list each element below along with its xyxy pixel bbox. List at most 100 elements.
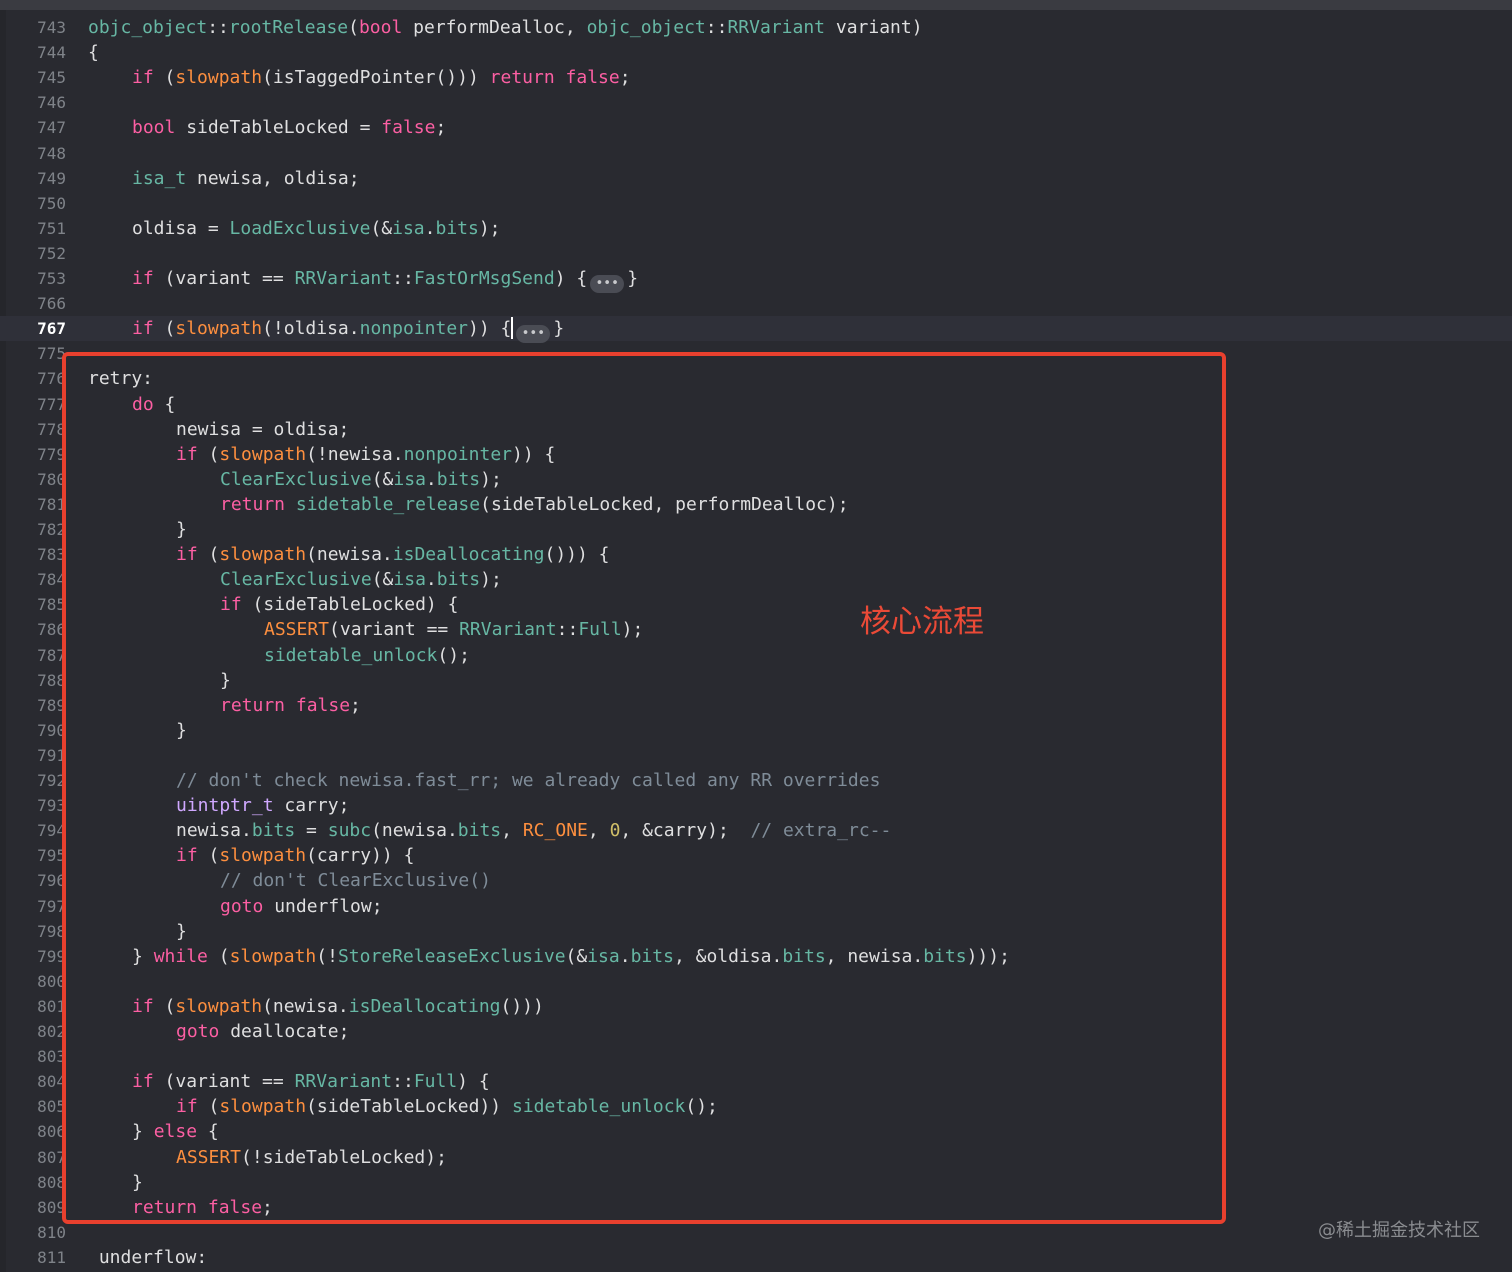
- code-line[interactable]: 743 objc_object::rootRelease(bool perform…: [0, 15, 1512, 40]
- code-token: slowpath: [219, 1096, 307, 1118]
- code-line[interactable]: 776 retry:: [0, 366, 1512, 391]
- code-token: (newisa.: [306, 544, 393, 566]
- code-line[interactable]: 803: [0, 1044, 1512, 1069]
- code-line[interactable]: 777 do {: [0, 392, 1512, 417]
- code-line[interactable]: 805 if (slowpath(sideTableLocked)) sideta…: [0, 1094, 1512, 1119]
- code-token: ())): [500, 995, 544, 1017]
- code-line[interactable]: 785 if (sideTableLocked) {: [0, 592, 1512, 617]
- line-number: 800: [37, 971, 66, 991]
- code-line[interactable]: 809 return false;: [0, 1195, 1512, 1220]
- line-number: 808: [37, 1172, 66, 1192]
- code-token: bits: [630, 945, 674, 967]
- code-line[interactable]: 748: [0, 141, 1512, 166]
- code-token: (: [197, 443, 220, 465]
- code-line[interactable]: 787 sidetable_unlock();: [0, 643, 1512, 668]
- code-line[interactable]: 791: [0, 743, 1512, 768]
- code-line[interactable]: 783 if (slowpath(newisa.isDeallocating())…: [0, 542, 1512, 567]
- code-line[interactable]: 788}: [0, 668, 1512, 693]
- code-line[interactable]: 811 underflow:: [0, 1245, 1512, 1270]
- code-token: RC_ONE: [522, 820, 588, 842]
- code-token: goto: [220, 895, 264, 917]
- code-line[interactable]: 750: [0, 191, 1512, 216]
- code-line[interactable]: 747 bool sideTableLocked = false;: [0, 115, 1512, 140]
- line-number: 783: [37, 545, 66, 565]
- line-number: 766: [37, 294, 66, 314]
- window-top-bar: [0, 0, 1512, 10]
- code-line[interactable]: 810: [0, 1220, 1512, 1245]
- code-token: isa: [393, 569, 426, 591]
- line-number: 811: [37, 1247, 66, 1267]
- code-line[interactable]: 744 {: [0, 40, 1512, 65]
- code-text: // don't ClearExclusive(): [220, 868, 491, 893]
- line-number: 788: [37, 670, 66, 690]
- line-number: 782: [37, 520, 66, 539]
- code-token: if: [176, 544, 198, 566]
- code-token: ,: [587, 820, 610, 842]
- code-token: .: [425, 569, 437, 591]
- code-line[interactable]: 789 return false;: [0, 693, 1512, 718]
- code-token: );: [478, 217, 501, 239]
- code-text: if (variant == RRVariant::Full) {: [132, 1069, 490, 1094]
- code-token: sideTableLocked =: [175, 117, 382, 139]
- code-token: isa: [587, 945, 620, 967]
- code-line[interactable]: 784 ClearExclusive(&isa.bits);: [0, 567, 1512, 592]
- code-token: (!: [316, 945, 338, 967]
- code-token: (&: [371, 569, 394, 591]
- code-token: StoreReleaseExclusive: [337, 945, 566, 967]
- code-line[interactable]: 799} while (slowpath(!StoreReleaseExclus…: [0, 944, 1512, 969]
- code-line[interactable]: 796 // don't ClearExclusive(): [0, 868, 1512, 893]
- code-line[interactable]: 745 if (slowpath(isTaggedPointer())) retu…: [0, 65, 1512, 90]
- code-line[interactable]: 766: [0, 291, 1512, 316]
- code-line[interactable]: 751 oldisa = LoadExclusive(&isa.bits);: [0, 216, 1512, 241]
- code-line[interactable]: 797 goto underflow;: [0, 894, 1512, 919]
- code-token: if: [132, 318, 154, 340]
- line-number: 809: [37, 1197, 66, 1217]
- code-line[interactable]: 749 isa_t newisa, oldisa;: [0, 166, 1512, 191]
- code-line[interactable]: 795 if (slowpath(carry)) {: [0, 843, 1512, 868]
- code-line[interactable]: 798}: [0, 919, 1512, 944]
- code-token: objc_object: [88, 17, 208, 38]
- code-line[interactable]: 790}: [0, 718, 1512, 743]
- text-cursor: [511, 317, 514, 340]
- line-number: 748: [37, 143, 66, 163]
- code-token: sidetable_unlock: [511, 1096, 686, 1118]
- code-token: (newisa.: [262, 995, 349, 1017]
- code-token: }: [176, 719, 187, 741]
- code-line[interactable]: 808}: [0, 1170, 1512, 1195]
- code-text: if (slowpath(carry)) {: [176, 843, 414, 868]
- code-token: return false: [489, 67, 620, 89]
- code-line[interactable]: 802 goto deallocate;: [0, 1019, 1512, 1044]
- code-line[interactable]: 752: [0, 241, 1512, 266]
- line-number: 767: [37, 319, 66, 339]
- code-line[interactable]: 781 return sidetable_release(sideTableLoc…: [0, 492, 1512, 517]
- code-line[interactable]: 746: [0, 90, 1512, 115]
- code-line[interactable]: 792 // don't check newisa.fast_rr; we alr…: [0, 768, 1512, 793]
- code-text: uintptr_t carry;: [176, 793, 349, 818]
- code-line[interactable]: 778 newisa = oldisa;: [0, 417, 1512, 442]
- code-line[interactable]: 780 ClearExclusive(&isa.bits);: [0, 467, 1512, 492]
- code-token: (: [207, 945, 230, 967]
- code-text: ASSERT(variant == RRVariant::Full);: [264, 617, 643, 642]
- code-line[interactable]: 804 if (variant == RRVariant::Full) {: [0, 1069, 1512, 1094]
- code-token: ClearExclusive: [220, 569, 372, 591]
- code-token: do: [132, 393, 154, 415]
- code-line[interactable]: 767 if (slowpath(!oldisa.nonpointer)) {••…: [0, 316, 1512, 344]
- code-token: ) {: [554, 268, 588, 289]
- code-line[interactable]: 786 ASSERT(variant == RRVariant::Full);: [0, 617, 1512, 642]
- code-line[interactable]: 800: [0, 969, 1512, 994]
- code-line[interactable]: 806} else {: [0, 1119, 1512, 1144]
- code-line[interactable]: 753 if (variant == RRVariant::FastOrMsgSe…: [0, 266, 1512, 293]
- code-line[interactable]: 793 uintptr_t carry;: [0, 793, 1512, 818]
- code-token: if: [132, 1071, 154, 1093]
- code-line[interactable]: 794 newisa.bits = subc(newisa.bits, RC_ON…: [0, 818, 1512, 843]
- code-line[interactable]: 807 ASSERT(!sideTableLocked);: [0, 1145, 1512, 1170]
- line-number: 787: [37, 645, 66, 665]
- line-number: 792: [37, 771, 66, 790]
- code-token: (sideTableLocked)): [306, 1096, 512, 1118]
- code-line[interactable]: 779 if (slowpath(!newisa.nonpointer)) {: [0, 442, 1512, 467]
- code-token: (carry)) {: [306, 845, 415, 867]
- code-line[interactable]: 775: [0, 341, 1512, 366]
- code-line[interactable]: 782}: [0, 517, 1512, 542]
- code-line[interactable]: 801 if (slowpath(newisa.isDeallocating())…: [0, 994, 1512, 1019]
- code-token: isa: [393, 468, 426, 490]
